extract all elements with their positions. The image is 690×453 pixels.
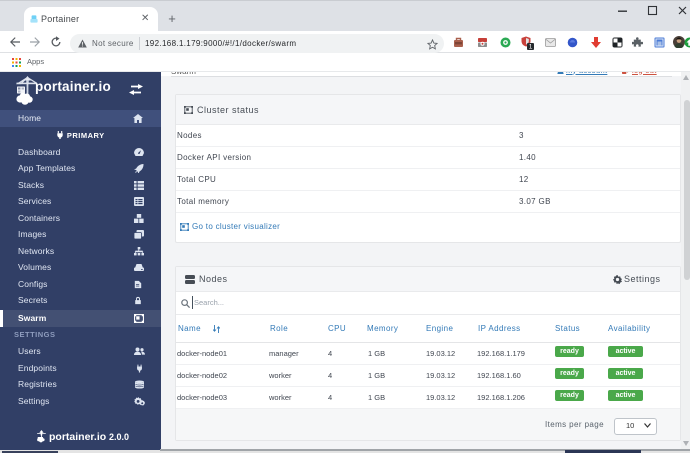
svg-text:1: 1 — [529, 44, 533, 50]
